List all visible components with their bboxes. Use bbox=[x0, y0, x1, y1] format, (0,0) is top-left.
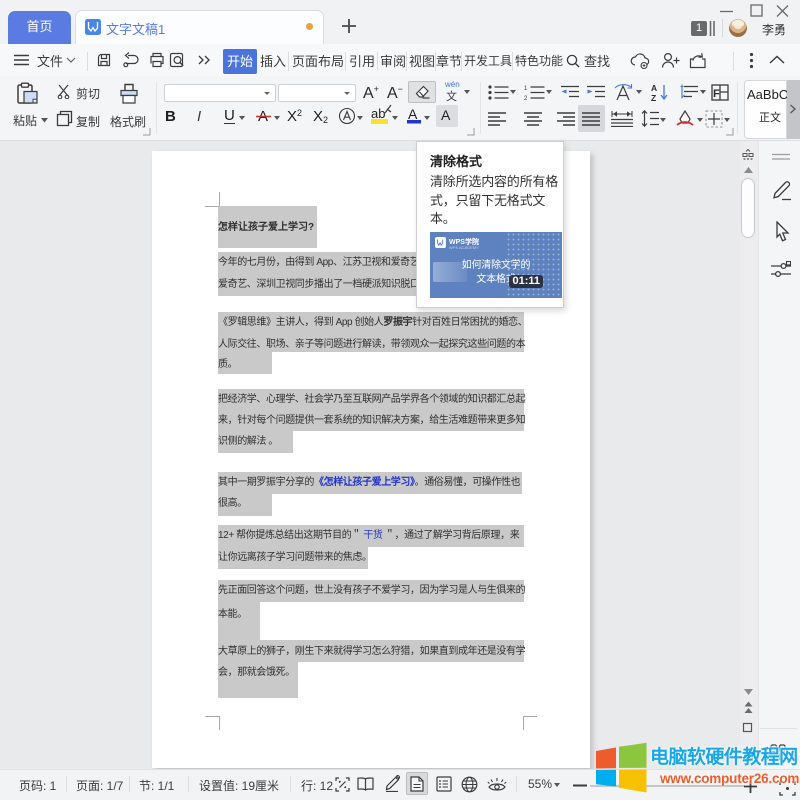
svg-text:Z: Z bbox=[651, 93, 656, 102]
svg-text:1: 1 bbox=[524, 86, 528, 92]
svg-text:2: 2 bbox=[524, 96, 528, 100]
svg-text:F: F bbox=[713, 88, 720, 100]
svg-text:A: A bbox=[651, 83, 657, 93]
